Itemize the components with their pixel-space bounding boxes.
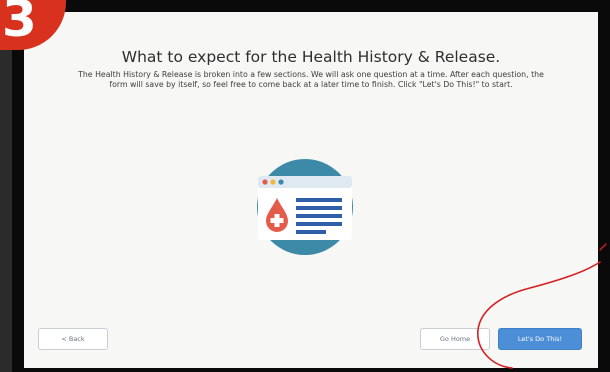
page-title: What to expect for the Health History & … bbox=[121, 48, 501, 67]
form-line-3 bbox=[296, 214, 342, 218]
frame-top bbox=[12, 0, 610, 12]
form-line-2 bbox=[296, 206, 342, 210]
intro-line-2: form will save by itself, so feel free t… bbox=[109, 80, 513, 89]
app-screen: ▪▪ What to expect for the Health History… bbox=[24, 12, 598, 368]
window-dot-blue bbox=[278, 179, 284, 185]
intro-text: The Health History & Release is broken i… bbox=[34, 70, 588, 90]
step-number: 3 bbox=[2, 0, 37, 48]
annotation-tick bbox=[599, 243, 607, 251]
form-line-5 bbox=[296, 230, 326, 234]
cross-horizontal bbox=[270, 218, 284, 223]
lets-do-this-button[interactable]: Let's Do This! bbox=[498, 328, 582, 350]
intro-line-1: The Health History & Release is broken i… bbox=[78, 70, 544, 79]
form-line-4 bbox=[296, 222, 342, 226]
back-button[interactable]: < Back bbox=[38, 328, 108, 350]
form-line-1 bbox=[296, 198, 342, 202]
window-dot-yellow bbox=[270, 179, 276, 185]
window-dot-red bbox=[262, 179, 268, 185]
health-form-illustration-icon bbox=[257, 159, 353, 255]
go-home-button[interactable]: Go Home bbox=[420, 328, 490, 350]
left-edge-strip bbox=[0, 0, 12, 372]
